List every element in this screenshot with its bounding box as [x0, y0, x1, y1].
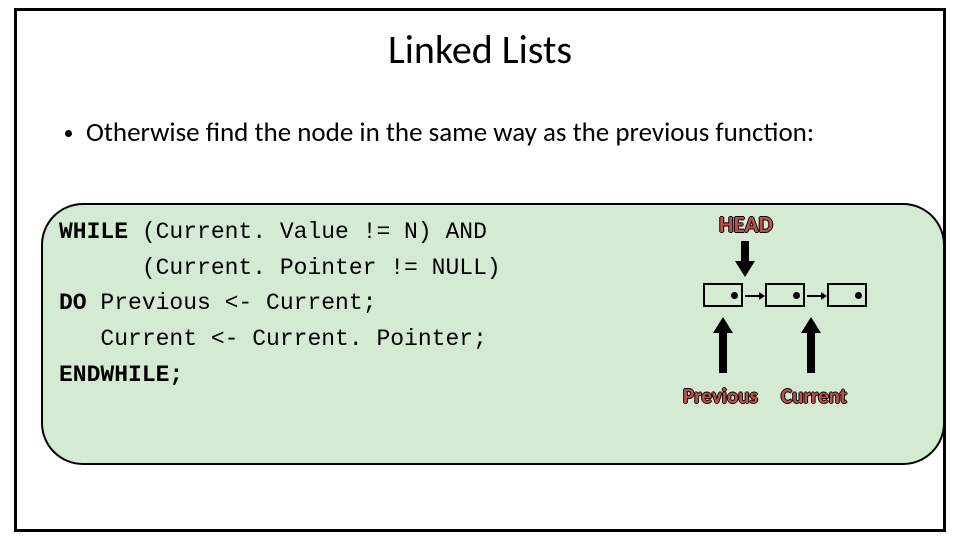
current-label: Current	[781, 383, 847, 409]
kw-while: WHILE	[59, 219, 128, 245]
pointer-dot-icon	[855, 292, 862, 299]
head-label: HEAD	[719, 211, 773, 239]
code-line1: (Current. Value != N) AND	[128, 219, 487, 245]
linked-list-diagram: HEAD	[691, 211, 921, 421]
pointer-dot-icon	[793, 292, 800, 299]
bullet-item: Otherwise find the node in the same way …	[17, 116, 943, 150]
link-arrow-icon	[745, 291, 765, 301]
head-arrow-down-icon	[733, 239, 757, 279]
kw-endwhile: ENDWHILE;	[59, 362, 183, 388]
list-node	[703, 283, 743, 307]
link-arrow-icon	[807, 291, 827, 301]
pointer-dot-icon	[731, 292, 738, 299]
current-arrow-up-icon	[799, 315, 823, 375]
slide-title: Linked Lists	[17, 25, 943, 74]
code-panel: WHILE (Current. Value != N) AND (Current…	[41, 203, 945, 465]
code-line3: Previous <- Current;	[87, 290, 377, 316]
kw-do: DO	[59, 290, 87, 316]
code-line4: Current <- Current. Pointer;	[59, 326, 487, 352]
list-node	[827, 283, 867, 307]
previous-label: Previous	[683, 383, 758, 409]
node-row	[703, 283, 867, 307]
bullet-dot-icon	[65, 130, 72, 137]
list-node	[765, 283, 805, 307]
bullet-text: Otherwise find the node in the same way …	[86, 116, 814, 150]
slide-frame: Linked Lists Otherwise find the node in …	[14, 8, 946, 532]
code-line2: (Current. Pointer != NULL)	[59, 255, 501, 281]
previous-arrow-up-icon	[711, 315, 735, 375]
